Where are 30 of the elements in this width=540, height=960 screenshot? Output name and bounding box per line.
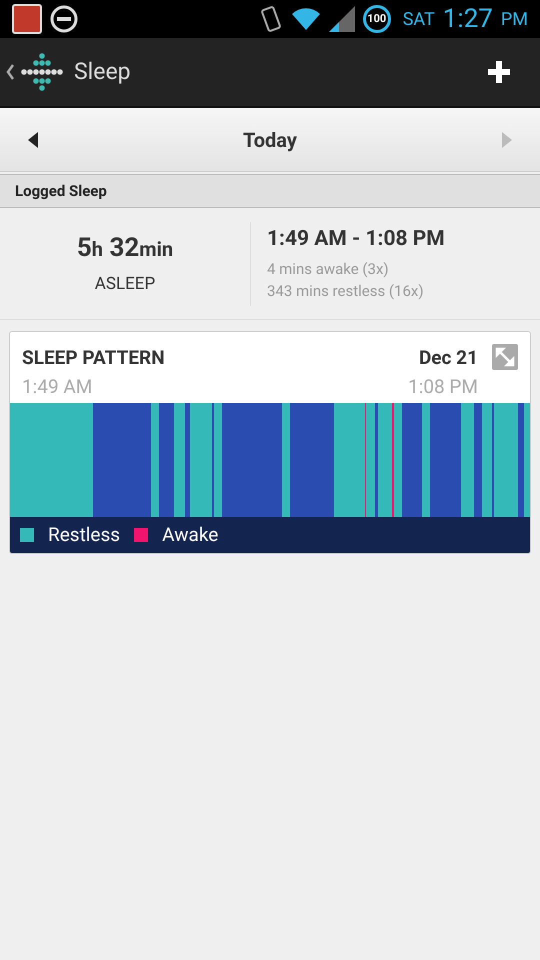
end-time: 1:08 PM xyxy=(408,374,478,400)
app-title: Sleep xyxy=(74,56,131,87)
do-not-disturb-icon xyxy=(50,5,78,33)
signal-icon xyxy=(328,6,355,32)
legend-label: Awake xyxy=(162,522,218,548)
left-arrow-icon xyxy=(28,132,38,148)
card-title: SLEEP PATTERN xyxy=(22,345,166,371)
caret-icon xyxy=(6,64,14,80)
plus-icon xyxy=(488,61,510,83)
status-ampm: PM xyxy=(500,8,528,32)
status-time: 1:27 xyxy=(442,6,493,32)
sleep-duration: 5h 32min xyxy=(76,232,174,266)
right-arrow-icon xyxy=(502,132,512,148)
section-title: Logged Sleep xyxy=(15,180,107,202)
start-time: 1:49 AM xyxy=(22,374,94,400)
sleep-time-range: 1:49 AM - 1:08 PM xyxy=(267,226,445,254)
battery-indicator: 100 xyxy=(362,5,391,33)
expand-icon xyxy=(495,347,515,367)
vibrate-icon xyxy=(258,5,283,33)
restless-summary: 343 mins restless (16x) xyxy=(267,281,425,302)
awake-summary: 4 mins awake (3x) xyxy=(267,258,390,280)
app-notification-icon xyxy=(12,4,42,34)
card-date: Dec 21 xyxy=(418,345,478,371)
add-button[interactable] xyxy=(486,59,512,85)
previous-day-button[interactable] xyxy=(28,132,38,148)
status-day: SAT xyxy=(402,6,435,32)
legend-label: Restless xyxy=(48,522,120,548)
date-label: Today xyxy=(242,126,298,154)
wifi-icon xyxy=(290,6,321,32)
sleep-state: ASLEEP xyxy=(94,273,156,296)
